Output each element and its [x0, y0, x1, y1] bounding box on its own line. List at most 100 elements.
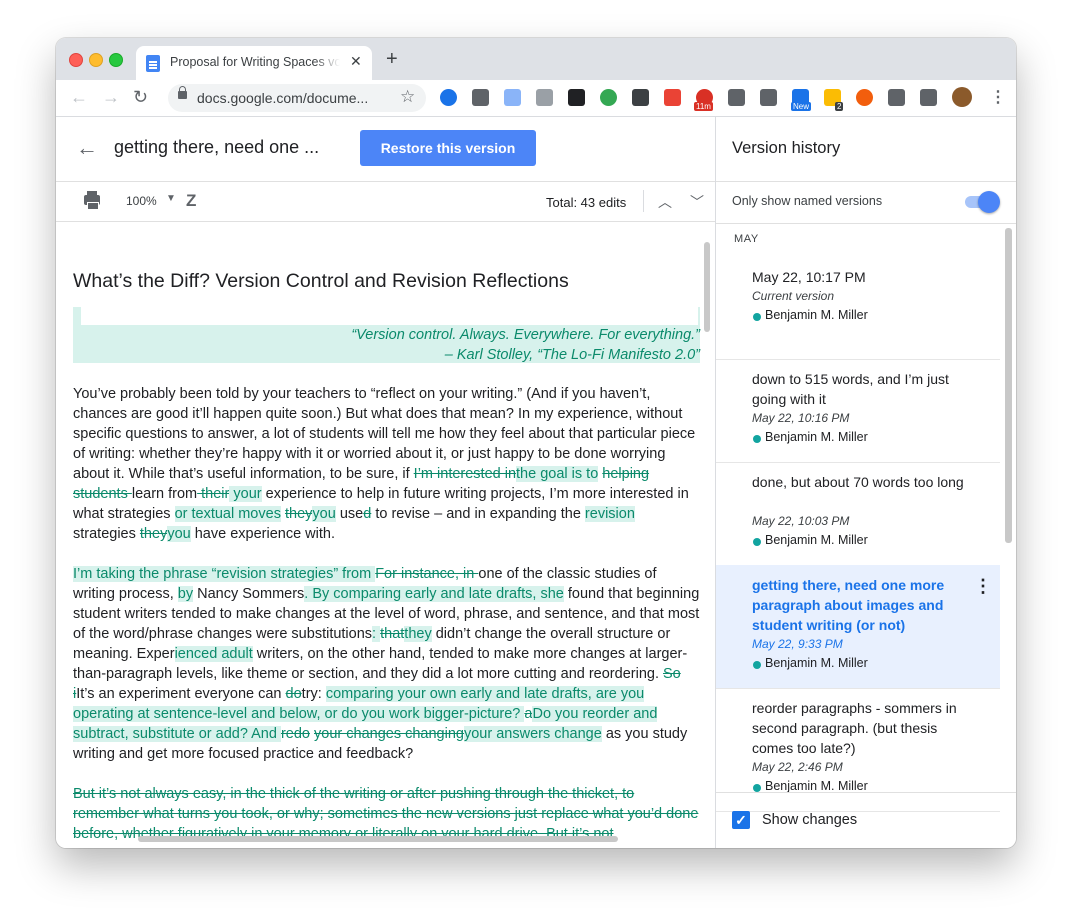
inserted-text: I’m taking the phrase “revision strategi…: [73, 566, 376, 582]
body-text: strategies: [73, 526, 140, 542]
version-author: Benjamin M. Miller: [765, 779, 868, 793]
version-title: May 22, 10:17 PM: [752, 269, 866, 285]
version-item[interactable]: May 22, 10:17 PM Current version Benjamin …: [716, 257, 1000, 360]
version-title: reorder paragraphs - sommers in second p…: [752, 700, 957, 756]
show-changes-checkbox[interactable]: ✓: [732, 811, 750, 829]
new-badge: New: [791, 102, 812, 111]
doc-toolbar: 100% ▼ Z Total: 43 edits ︿ ﹀: [56, 182, 715, 222]
new-tab-button[interactable]: +: [386, 49, 398, 69]
panel-title: Version history: [732, 139, 841, 157]
document-body[interactable]: What’s the Diff? Version Control and Rev…: [56, 222, 715, 848]
next-edit-icon[interactable]: ﹀: [690, 192, 704, 212]
total-edits: Total: 43 edits: [546, 195, 627, 210]
maximize-window-button[interactable]: [109, 53, 123, 67]
version-author: Benjamin M. Miller: [765, 308, 868, 322]
version-title: down to 515 words, and I’m just going wi…: [752, 371, 949, 407]
version-item[interactable]: getting there, need one more paragraph a…: [716, 565, 1000, 689]
restore-version-button[interactable]: Restore this version: [360, 130, 536, 166]
b-icon[interactable]: [856, 89, 873, 106]
back-icon[interactable]: ←: [70, 87, 88, 107]
deleted-text: they: [284, 506, 313, 522]
address-bar[interactable]: docs.google.com/docume... ☆: [168, 84, 426, 112]
close-tab-icon[interactable]: ✕: [350, 53, 362, 70]
version-time: May 22, 9:33 PM: [752, 637, 843, 651]
cast-icon[interactable]: [920, 89, 937, 106]
version-time: May 22, 10:03 PM: [752, 514, 850, 528]
inserted-text: you: [167, 526, 191, 542]
close-window-button[interactable]: [69, 53, 83, 67]
author-color-dot: [753, 784, 761, 792]
doc-icon[interactable]: [504, 89, 521, 106]
zoom-caret-icon[interactable]: ▼: [166, 193, 176, 204]
doc-horizontal-scrollbar[interactable]: [138, 836, 618, 842]
forward-icon[interactable]: →: [102, 87, 120, 107]
paragraph-2: I’m taking the phrase “revision strategi…: [73, 564, 700, 764]
version-item[interactable]: down to 515 words, and I’m just going wi…: [716, 359, 1000, 463]
h-icon[interactable]: [472, 89, 489, 106]
plus-doc-icon[interactable]: [536, 89, 553, 106]
version-author: Benjamin M. Miller: [765, 533, 868, 547]
inserted-text: revision: [584, 506, 635, 522]
zoom-select[interactable]: 100%: [126, 194, 157, 208]
profile-avatar[interactable]: [952, 87, 972, 107]
divider: [716, 792, 1016, 793]
author-color-dot: [753, 661, 761, 669]
named-versions-label: Only show named versions: [732, 194, 883, 208]
lock-icon: [178, 86, 187, 99]
author-color-dot: [753, 313, 761, 321]
inserted-text: or textual moves: [174, 506, 281, 522]
puzzle-icon[interactable]: [888, 89, 905, 106]
doc-header: ← getting there, need one ... Restore th…: [56, 117, 715, 182]
cloud-icon[interactable]: [760, 89, 777, 106]
version-author: Benjamin M. Miller: [765, 430, 868, 444]
quote-text: “Version control. Always. Everywhere. Fo…: [351, 327, 700, 343]
body-text: learn from: [131, 486, 198, 502]
back-arrow-icon[interactable]: ←: [76, 135, 98, 161]
inserted-text: by: [177, 586, 194, 602]
version-time: May 22, 10:16 PM: [752, 411, 850, 425]
tab-strip: Proposal for Writing Spaces vo ✕ +: [56, 38, 1016, 80]
doc-vertical-scrollbar[interactable]: [704, 242, 710, 332]
previous-edit-icon[interactable]: ︿: [658, 192, 672, 212]
version-time: May 22, 2:46 PM: [752, 760, 843, 774]
camera-icon[interactable]: [632, 89, 649, 106]
timer-badge: 11m: [694, 102, 713, 111]
version-list-scrollbar[interactable]: [1005, 228, 1012, 543]
reload-icon[interactable]: ↻: [133, 87, 148, 107]
palette-icon[interactable]: [600, 89, 617, 106]
tab-docs[interactable]: Proposal for Writing Spaces vo ✕: [136, 46, 372, 80]
toggle-knob[interactable]: [978, 191, 1000, 213]
minimize-window-button[interactable]: [89, 53, 103, 67]
body-text: to revise – and in expanding the: [371, 506, 585, 522]
divider: [643, 190, 644, 212]
chrome-menu-icon[interactable]: ⋮: [990, 87, 1006, 107]
paragraph-3: But it’s not always easy, in the thick o…: [73, 784, 700, 844]
gear-icon[interactable]: [728, 89, 745, 106]
body-text: have experience with.: [190, 526, 335, 542]
inserted-text: . By comparing early and late drafts, sh…: [304, 586, 564, 602]
body-text: use: [335, 506, 364, 522]
y-icon[interactable]: [568, 89, 585, 106]
version-item[interactable]: reorder paragraphs - sommers in second p…: [716, 688, 1000, 812]
version-item[interactable]: done, but about 70 words too long May 22,…: [716, 462, 1000, 566]
month-header: MAY: [734, 233, 759, 245]
count-badge: 2: [835, 102, 844, 111]
author-color-dot: [753, 538, 761, 546]
deleted-text: do: [285, 686, 302, 702]
rainbow-icon[interactable]: [664, 89, 681, 106]
docs-icon: [146, 55, 160, 72]
version-title: getting there, need one more paragraph a…: [752, 577, 945, 633]
inserted-text: they: [404, 626, 432, 642]
bookmark-star-icon[interactable]: ☆: [400, 87, 415, 107]
version-title: getting there, need one ...: [114, 137, 320, 157]
show-changes-label: Show changes: [762, 812, 858, 828]
url-text: docs.google.com/docume...: [197, 90, 369, 106]
inserted-text: ienced adult: [174, 646, 253, 662]
deleted-text: they: [139, 526, 168, 542]
print-icon[interactable]: [84, 191, 100, 210]
browser-window: Proposal for Writing Spaces vo ✕ + ← → ↻…: [56, 38, 1016, 848]
inserted-text: the goal is to: [516, 466, 599, 482]
version-more-icon[interactable]: ⋮: [974, 577, 992, 595]
z-icon[interactable]: Z: [186, 191, 196, 211]
clock-icon[interactable]: [440, 89, 457, 106]
